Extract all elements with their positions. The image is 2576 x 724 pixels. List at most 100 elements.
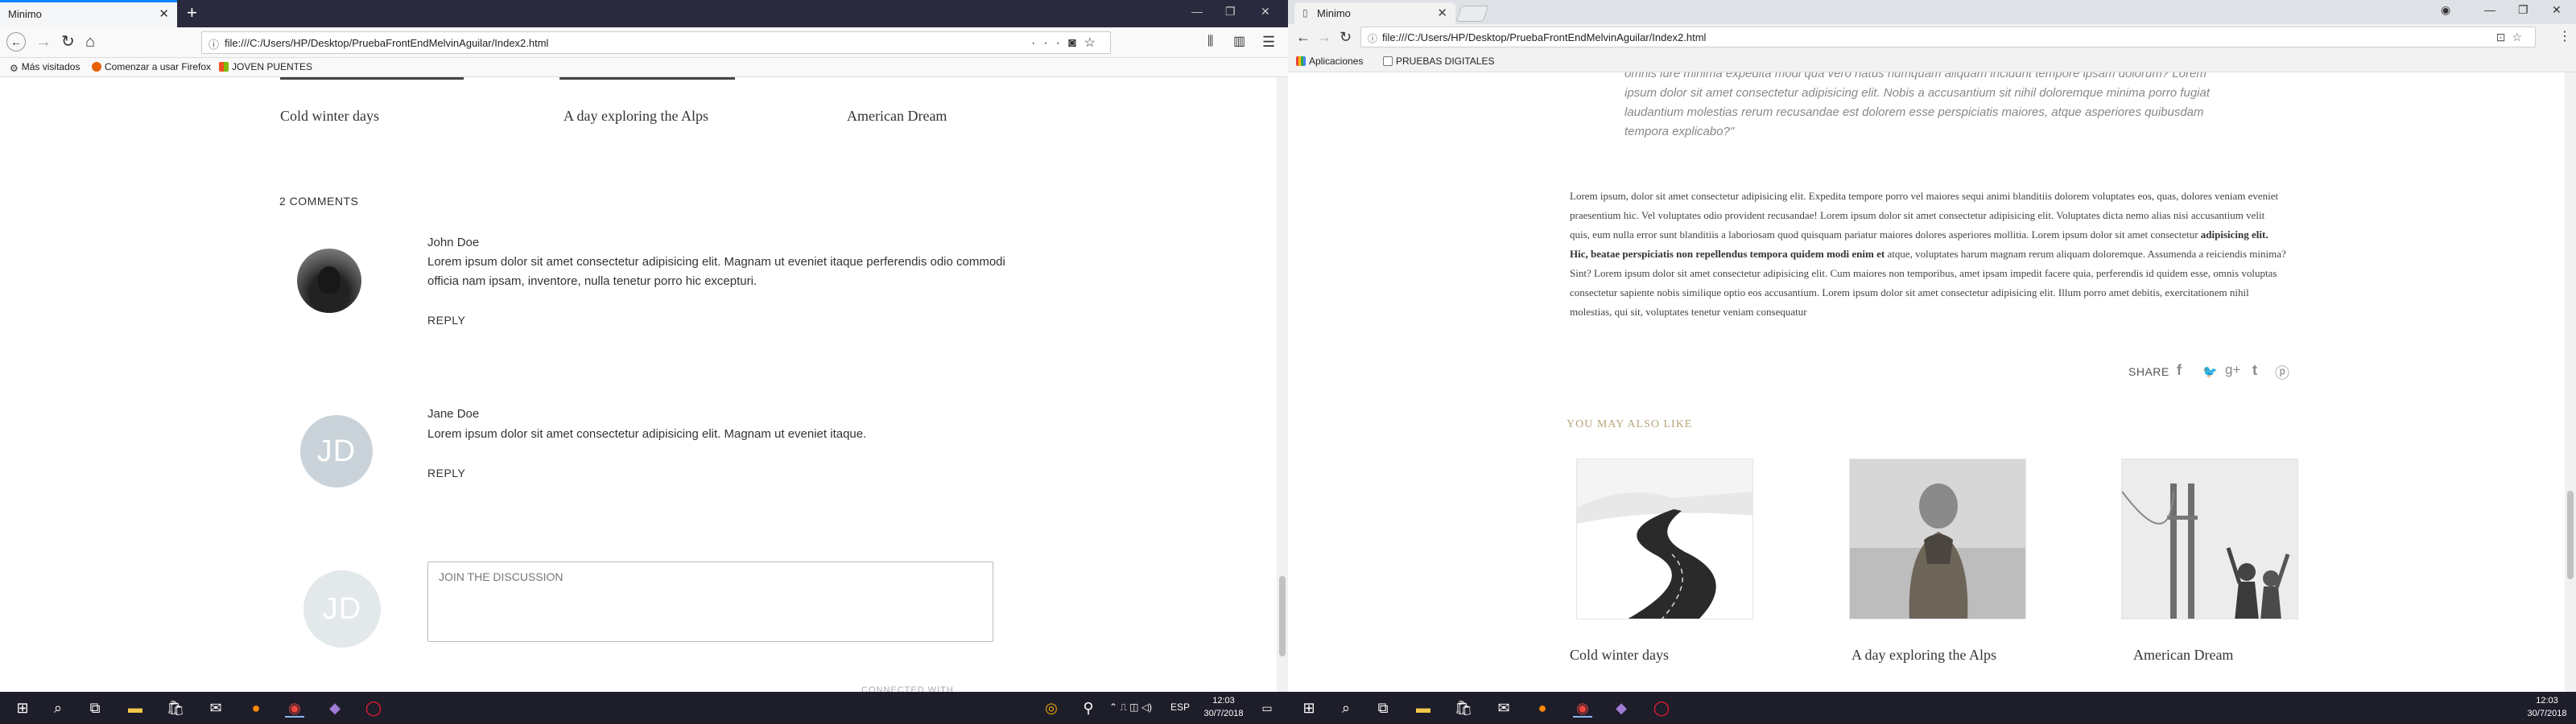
google-plus-icon[interactable]: g+ [2225, 362, 2240, 378]
mail-icon[interactable]: ✉ [1494, 698, 1513, 718]
search-icon[interactable]: ⌕ [1336, 698, 1356, 718]
language-indicator[interactable]: ESP [1170, 701, 1190, 713]
info-icon[interactable]: ⓘ [1368, 31, 1377, 45]
apps-icon [1296, 56, 1306, 66]
more-icon[interactable]: ··· [1031, 36, 1068, 50]
avatar: JD [300, 415, 373, 487]
menu-icon[interactable]: ⋮ [2558, 28, 2571, 46]
chrome-icon[interactable]: ◉ [1573, 698, 1592, 718]
bookmark-joven-puentes[interactable]: JOVEN PUENTES [219, 61, 312, 72]
page-actions[interactable]: ⊡☆ [2496, 31, 2529, 44]
bookmark-firefox[interactable]: Comenzar a usar Firefox [92, 61, 211, 72]
url-text: file:///C:/Users/HP/Desktop/PruebaFrontE… [1382, 31, 1707, 43]
bookmarks-bar: Aplicaciones PRUEBAS DIGITALES [1288, 51, 2576, 72]
library-icon[interactable]: ⫼ [1208, 33, 1213, 51]
visual-studio-icon[interactable]: ◆ [1612, 698, 1631, 718]
related-post-title[interactable]: A day exploring the Alps [1852, 647, 1996, 664]
share-label: SHARE [2128, 365, 2169, 378]
windows-start-icon[interactable]: ⊞ [13, 698, 32, 718]
windows-start-icon[interactable]: ⊞ [1299, 698, 1319, 718]
star-icon[interactable]: ☆ [2512, 31, 2529, 43]
clock-date: 30/7/2018 [1203, 709, 1244, 718]
store-icon[interactable]: 🛍 [166, 698, 185, 718]
scrollbar-thumb[interactable] [1279, 576, 1286, 656]
forward-icon[interactable]: → [35, 33, 52, 51]
close-icon[interactable]: ✕ [1437, 6, 1447, 20]
article-body: Lorem ipsum, dolor sit amet consectetur … [1570, 187, 2286, 322]
profile-icon[interactable]: ◉ [2441, 3, 2450, 17]
related-post-image[interactable] [1576, 459, 1753, 619]
page-actions[interactable]: ···◙☆ [1031, 35, 1104, 51]
people-icon[interactable]: ⚲ [1079, 698, 1098, 718]
clock-date: 30/7/2018 [2527, 709, 2567, 718]
sidebar-icon[interactable]: ▥ [1233, 33, 1245, 51]
related-post-title[interactable]: American Dream [847, 108, 947, 125]
related-post-title[interactable]: American Dream [2133, 647, 2233, 664]
task-view-icon[interactable]: ⧉ [85, 698, 105, 718]
related-post-title[interactable]: A day exploring the Alps [564, 108, 708, 125]
pocket-icon[interactable]: ◙ [1068, 36, 1084, 50]
restore-icon[interactable]: ❐ [2518, 3, 2529, 17]
opera-icon[interactable]: ◯ [1652, 698, 1671, 718]
file-explorer-icon[interactable]: ▬ [1414, 698, 1433, 718]
firefox-icon[interactable]: ● [246, 698, 266, 718]
tab-minimo[interactable]: Minimo ✕ [0, 0, 177, 27]
store-icon[interactable]: 🛍 [1454, 698, 1473, 718]
chrome-icon[interactable]: ◉ [285, 698, 304, 718]
avatar: JD [303, 570, 381, 648]
bookmark-most-visited[interactable]: ⚙ Más visitados [10, 61, 80, 74]
close-window-icon[interactable]: ✕ [2552, 3, 2562, 17]
home-icon[interactable]: ⌂ [85, 33, 95, 51]
new-tab-icon[interactable]: + [187, 3, 197, 23]
clock[interactable]: 12:03 30/7/2018 [2520, 694, 2574, 720]
search-icon[interactable]: ⌕ [48, 698, 68, 718]
star-icon[interactable]: ☆ [1084, 36, 1104, 50]
back-icon[interactable]: ← [6, 32, 26, 51]
facebook-icon[interactable]: f [2177, 362, 2182, 379]
firefox-icon[interactable]: ● [1533, 698, 1552, 718]
tab-minimo[interactable]: ▯ Minimo ✕ [1294, 2, 1455, 24]
menu-icon[interactable]: ☰ [1262, 33, 1275, 51]
mail-icon[interactable]: ✉ [206, 698, 225, 718]
new-tab-button[interactable] [1455, 6, 1489, 22]
pinterest-icon[interactable]: ⓟ [2275, 362, 2289, 383]
related-post-image[interactable] [2121, 459, 2298, 619]
close-window-icon[interactable]: ✕ [1261, 5, 1270, 19]
related-post-title[interactable]: Cold winter days [1570, 647, 1669, 664]
forward-icon[interactable]: → [1317, 28, 1331, 46]
firefox-icon [92, 62, 101, 72]
reload-icon[interactable]: ↻ [1340, 28, 1352, 46]
translate-icon[interactable]: ⊡ [2496, 31, 2512, 43]
scrollbar[interactable] [2565, 72, 2576, 692]
opera-icon[interactable]: ◯ [364, 698, 383, 718]
file-explorer-icon[interactable]: ▬ [126, 698, 145, 718]
visual-studio-icon[interactable]: ◆ [325, 698, 345, 718]
clock[interactable]: 12:03 30/7/2018 [1195, 694, 1253, 720]
scrollbar[interactable] [1277, 77, 1288, 692]
tumblr-icon[interactable]: t [2252, 362, 2257, 379]
back-icon[interactable]: ← [1296, 28, 1311, 46]
related-post-title[interactable]: Cold winter days [280, 108, 379, 125]
task-view-icon[interactable]: ⧉ [1373, 698, 1393, 718]
bookmark-apps[interactable]: Aplicaciones [1296, 56, 1363, 67]
minimize-icon[interactable]: — [1191, 5, 1203, 18]
windows-taskbar: ⊞ ⌕ ⧉ ▬ 🛍 ✉ ● ◉ ◆ ◯ ◎ ⚲ ⌃ ⎍ ◫ ◁) ESP 12:… [0, 692, 1288, 724]
reply-button[interactable]: REPLY [427, 467, 465, 479]
close-icon[interactable]: ✕ [159, 6, 169, 21]
minimize-icon[interactable]: — [2484, 3, 2496, 16]
related-post-image[interactable] [1849, 459, 2026, 619]
reload-icon[interactable]: ↻ [61, 33, 75, 51]
notification-app-icon[interactable]: ◎ [1042, 698, 1061, 718]
reply-button[interactable]: REPLY [427, 314, 465, 327]
scrollbar-thumb[interactable] [2567, 491, 2574, 579]
action-center-icon[interactable]: ▭ [1257, 698, 1277, 718]
address-bar[interactable]: ⓘ file:///C:/Users/HP/Desktop/PruebaFron… [1360, 27, 2536, 47]
twitter-icon[interactable]: 🐦 [2202, 364, 2218, 379]
join-discussion-input[interactable]: JOIN THE DISCUSSION [427, 562, 993, 642]
restore-icon[interactable]: ❐ [1225, 5, 1236, 19]
clock-time: 12:03 [2536, 696, 2558, 705]
bookmark-pruebas[interactable]: PRUEBAS DIGITALES [1383, 56, 1494, 67]
address-bar[interactable]: ⓘ file:///C:/Users/HP/Desktop/PruebaFron… [201, 31, 1111, 54]
info-icon[interactable]: ⓘ [208, 36, 219, 51]
tray-icons[interactable]: ⌃ ⎍ ◫ ◁) [1109, 701, 1152, 714]
